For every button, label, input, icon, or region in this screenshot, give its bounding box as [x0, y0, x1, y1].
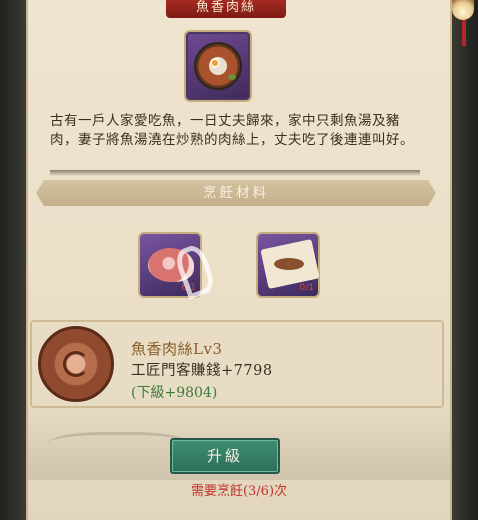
watermark-mark-icon [172, 242, 218, 300]
spiral-icon [63, 351, 89, 377]
upgrade-button[interactable]: 升級 [170, 438, 280, 474]
gear-icon [38, 326, 114, 402]
ingredient-count: 0/1 [299, 283, 314, 293]
lantern-tassel [462, 20, 466, 46]
cooking-requirement: 需要烹飪(3/6)次 [190, 484, 288, 499]
next-level-text: (下級+9804) [131, 385, 218, 401]
watermark-logo [172, 242, 286, 306]
egg-icon [210, 58, 220, 68]
section-header: 烹飪材料 [36, 180, 436, 206]
garnish-icon [228, 74, 236, 80]
dish-plate-icon [194, 42, 242, 90]
scenery-roof [48, 432, 188, 460]
dish-image [184, 30, 252, 102]
dish-description: 古有一戶人家愛吃魚，一日丈夫歸來，家中只剩魚湯及豬肉，妻子將魚湯澆在炒熟的肉絲上… [50, 113, 414, 148]
background-left [0, 0, 26, 520]
background-right [452, 0, 478, 520]
dish-title: 魚香肉絲 [166, 0, 286, 18]
income-text: 工匠門客賺錢+7798 [131, 363, 273, 379]
description-overflow [50, 170, 420, 176]
dish-level: 魚香肉絲Lv3 [131, 340, 223, 358]
